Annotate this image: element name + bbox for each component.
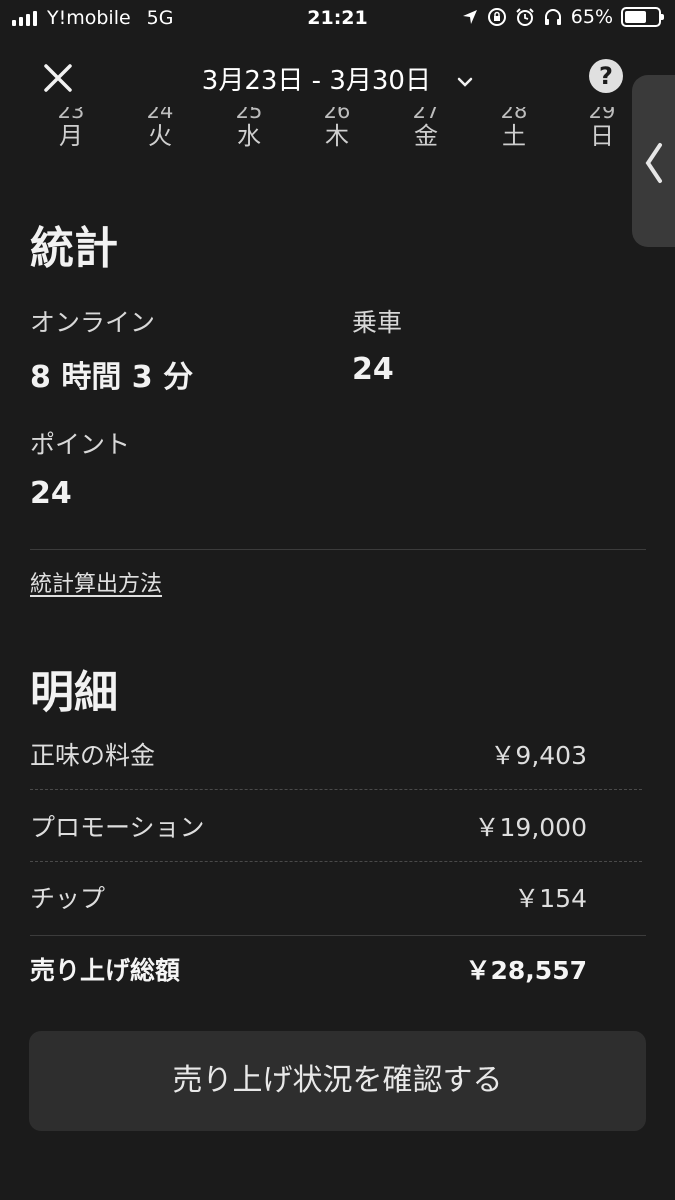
day-weekday: 日 bbox=[590, 122, 614, 150]
headphones-icon bbox=[544, 9, 561, 25]
online-value: 8 時間 3 分 bbox=[30, 360, 194, 395]
row-divider bbox=[30, 789, 642, 790]
day-item[interactable]: 23 月 bbox=[36, 107, 106, 151]
day-item[interactable]: 29 日 bbox=[567, 107, 637, 151]
chevron-left-icon bbox=[645, 143, 662, 183]
points-label: ポイント bbox=[30, 430, 131, 459]
breakdown-title: 明細 bbox=[30, 667, 118, 718]
row-amount: ￥19,000 bbox=[474, 813, 587, 842]
location-arrow-icon bbox=[462, 10, 477, 24]
rides-label: 乗車 bbox=[352, 308, 403, 337]
week-strip: 23 月 24 火 25 水 26 木 27 金 28 土 29 日 bbox=[28, 107, 648, 167]
day-item[interactable]: 26 木 bbox=[302, 107, 372, 151]
battery-icon bbox=[621, 7, 664, 27]
rides-value: 24 bbox=[352, 352, 394, 387]
status-bar: Y!mobile 5G 21:21 65% bbox=[0, 0, 675, 38]
battery-percent: 65% bbox=[570, 6, 613, 28]
chevron-down-icon bbox=[457, 77, 473, 87]
battery-fill bbox=[625, 11, 646, 23]
date-range-selector[interactable]: 3月23日 - 3月30日 bbox=[0, 60, 675, 97]
total-label: 売り上げ総額 bbox=[30, 956, 181, 985]
day-number: 27 bbox=[412, 107, 440, 123]
total-divider bbox=[30, 935, 646, 936]
day-weekday: 金 bbox=[414, 122, 438, 150]
header: 3月23日 - 3月30日 ? bbox=[0, 50, 675, 102]
earnings-screen: Y!mobile 5G 21:21 65% 3月23日 - 3月30日 ? 23… bbox=[0, 0, 675, 1200]
day-weekday: 土 bbox=[502, 122, 526, 150]
day-item[interactable]: 28 土 bbox=[479, 107, 549, 151]
points-value: 24 bbox=[30, 476, 72, 511]
rotation-lock-icon bbox=[487, 8, 506, 26]
day-weekday: 木 bbox=[325, 122, 349, 150]
row-label: 正味の料金 bbox=[30, 741, 156, 770]
day-number: 24 bbox=[146, 107, 174, 123]
status-right: 65% bbox=[461, 6, 664, 28]
day-item[interactable]: 27 金 bbox=[391, 107, 461, 151]
total-amount: ￥28,557 bbox=[465, 956, 587, 985]
stats-method-link[interactable]: 統計算出方法 bbox=[30, 566, 162, 598]
day-number: 23 bbox=[57, 107, 85, 123]
row-label: チップ bbox=[30, 884, 106, 913]
help-button[interactable]: ? bbox=[589, 59, 623, 93]
day-weekday: 火 bbox=[148, 122, 172, 150]
row-divider bbox=[30, 861, 642, 862]
day-number: 28 bbox=[500, 107, 528, 123]
day-item[interactable]: 25 水 bbox=[214, 107, 284, 151]
stats-title: 統計 bbox=[30, 223, 118, 274]
alarm-icon bbox=[516, 8, 534, 26]
row-amount: ￥9,403 bbox=[490, 741, 587, 770]
row-label: プロモーション bbox=[30, 813, 205, 842]
date-range-label: 3月23日 - 3月30日 bbox=[201, 66, 431, 96]
view-earnings-button[interactable]: 売り上げ状況を確認する bbox=[29, 1031, 646, 1131]
help-icon: ? bbox=[599, 62, 613, 90]
day-weekday: 月 bbox=[59, 122, 83, 150]
day-number: 25 bbox=[235, 107, 263, 123]
row-amount: ￥154 bbox=[514, 884, 587, 913]
day-number: 26 bbox=[323, 107, 351, 123]
divider bbox=[30, 549, 646, 550]
side-panel-tab[interactable] bbox=[632, 75, 675, 247]
online-label: オンライン bbox=[30, 308, 156, 337]
day-item[interactable]: 24 火 bbox=[125, 107, 195, 151]
day-weekday: 水 bbox=[237, 122, 261, 150]
day-number: 29 bbox=[588, 107, 616, 123]
